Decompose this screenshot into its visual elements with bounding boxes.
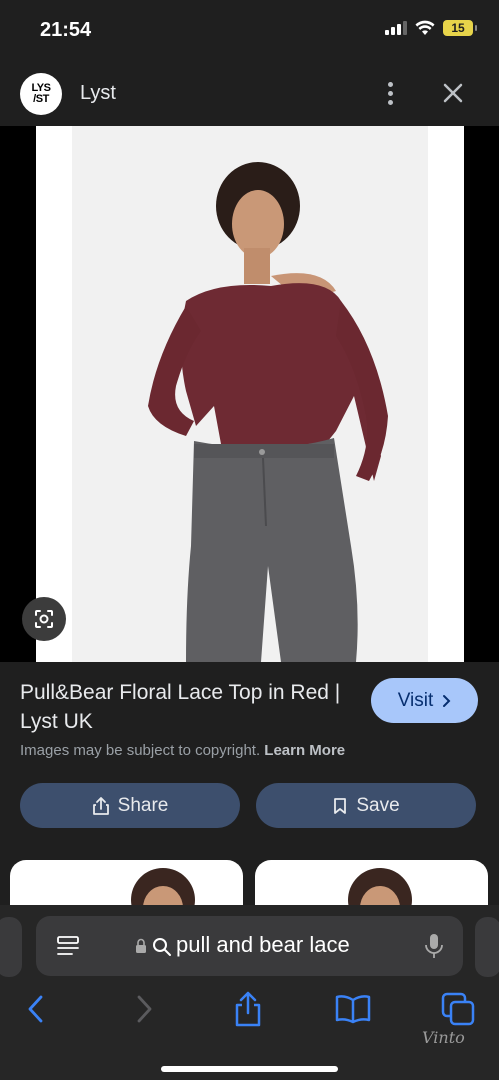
forward-button[interactable] bbox=[122, 987, 166, 1031]
chevron-right-icon bbox=[137, 995, 152, 1023]
clock: 21:54 bbox=[40, 19, 92, 41]
product-image[interactable] bbox=[36, 126, 464, 662]
copyright-text: Images may be subject to copyright. bbox=[20, 742, 261, 759]
chevron-right-icon bbox=[443, 694, 451, 707]
share-icon bbox=[92, 796, 109, 815]
logo-line-2: /ST bbox=[33, 93, 49, 105]
share-label: Share bbox=[117, 794, 169, 816]
image-viewer bbox=[0, 126, 499, 662]
tabs-icon bbox=[441, 992, 475, 1026]
cellular-signal-icon bbox=[385, 21, 407, 35]
chevron-left-icon bbox=[28, 995, 43, 1023]
address-bar-text: pull and bear lace bbox=[176, 932, 350, 957]
previous-tab-edge[interactable] bbox=[0, 917, 22, 977]
next-tab-edge[interactable] bbox=[475, 917, 499, 977]
learn-more-link[interactable]: Learn More bbox=[264, 742, 345, 759]
search-icon bbox=[153, 938, 171, 956]
close-icon[interactable] bbox=[438, 78, 468, 108]
back-button[interactable] bbox=[14, 987, 58, 1031]
wifi-icon bbox=[415, 20, 435, 35]
page-menu-icon[interactable] bbox=[56, 934, 80, 958]
share-sheet-button[interactable] bbox=[226, 987, 270, 1031]
book-icon bbox=[335, 995, 371, 1024]
more-options-icon[interactable] bbox=[380, 78, 400, 108]
site-logo[interactable]: LYS/ST bbox=[20, 73, 62, 115]
site-name[interactable]: Lyst bbox=[80, 82, 116, 105]
home-indicator[interactable] bbox=[161, 1066, 338, 1072]
microphone-icon[interactable] bbox=[424, 933, 444, 959]
model-illustration bbox=[36, 126, 464, 662]
status-icons: 15 bbox=[385, 20, 477, 36]
visit-label: Visit bbox=[397, 689, 434, 711]
bookmarks-button[interactable] bbox=[331, 987, 375, 1031]
browser-toolbar: pull and bear lace Vinto bbox=[0, 905, 499, 1080]
copyright-notice: Images may be subject to copyright. Lear… bbox=[20, 742, 345, 759]
site-header: LYS/ST Lyst bbox=[0, 64, 499, 126]
lock-icon bbox=[136, 938, 146, 953]
share-icon bbox=[235, 991, 261, 1027]
battery-icon: 15 bbox=[443, 20, 477, 36]
status-bar: 21:54 15 bbox=[0, 0, 499, 64]
bookmark-icon bbox=[334, 797, 347, 814]
address-bar[interactable]: pull and bear lace bbox=[36, 916, 463, 976]
save-button[interactable]: Save bbox=[256, 783, 476, 828]
visit-button[interactable]: Visit bbox=[371, 678, 478, 723]
lens-icon bbox=[35, 610, 53, 628]
share-button[interactable]: Share bbox=[20, 783, 240, 828]
result-title[interactable]: Pull&Bear Floral Lace Top in Red | Lyst … bbox=[20, 678, 350, 736]
google-lens-button[interactable] bbox=[22, 597, 66, 641]
tabs-button[interactable] bbox=[436, 987, 480, 1031]
save-label: Save bbox=[356, 794, 400, 816]
watermark: Vinto bbox=[422, 1028, 465, 1047]
